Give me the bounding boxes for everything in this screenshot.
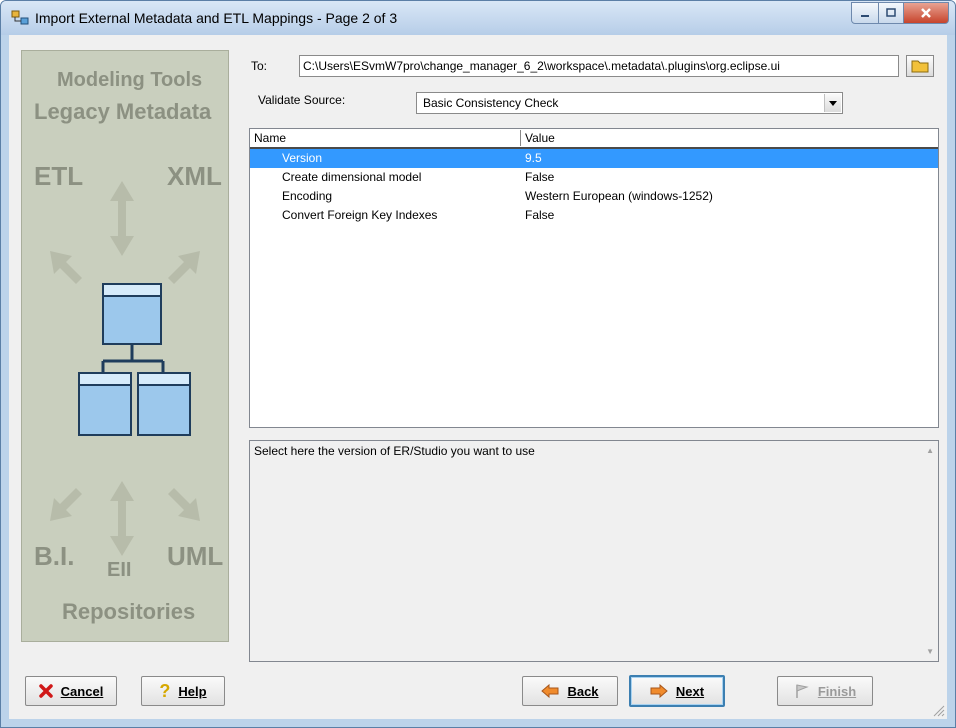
title-bar[interactable]: Import External Metadata and ETL Mapping…	[1, 1, 955, 35]
dialog-client-area: Modeling Tools Legacy Metadata ETL XML B…	[9, 35, 947, 719]
row-value: Western European (windows-1252)	[525, 189, 713, 203]
close-button[interactable]	[904, 2, 949, 24]
validate-source-dropdown[interactable]: Basic Consistency Check	[416, 92, 843, 114]
scroll-up-arrow-icon[interactable]: ▲	[926, 446, 934, 455]
column-header-value[interactable]: Value	[521, 130, 925, 146]
next-button[interactable]: Next	[629, 675, 725, 707]
close-icon	[921, 8, 931, 18]
help-button[interactable]: ? Help	[141, 676, 225, 706]
validate-source-value: Basic Consistency Check	[423, 96, 559, 110]
cancel-button[interactable]: Cancel	[25, 676, 117, 706]
column-header-name[interactable]: Name	[250, 130, 521, 146]
properties-table[interactable]: Name Value Version 9.5 Create dimensiona…	[249, 128, 939, 428]
destination-path-field[interactable]: C:\Users\ESvmW7pro\change_manager_6_2\wo…	[299, 55, 899, 77]
row-name: Create dimensional model	[282, 170, 422, 184]
finish-button[interactable]: Finish	[777, 676, 873, 706]
dropdown-arrow-icon[interactable]	[824, 94, 841, 112]
scroll-down-arrow-icon[interactable]: ▼	[926, 647, 934, 656]
validate-source-label: Validate Source:	[258, 93, 346, 107]
maximize-button[interactable]	[879, 2, 904, 24]
row-name: Version	[282, 151, 323, 165]
minimize-icon	[861, 15, 869, 17]
back-arrow-icon	[541, 684, 559, 698]
back-label: Back	[567, 683, 599, 699]
row-value: 9.5	[525, 151, 542, 165]
table-row[interactable]: Version 9.5	[250, 149, 938, 168]
help-question-icon: ?	[159, 680, 171, 701]
description-text: Select here the version of ER/Studio you…	[254, 444, 535, 458]
next-arrow-icon	[650, 684, 668, 698]
table-row[interactable]: Convert Foreign Key Indexes False	[250, 206, 938, 225]
import-wizard-window: Import External Metadata and ETL Mapping…	[0, 0, 956, 728]
row-value: False	[525, 208, 555, 222]
table-row[interactable]: Create dimensional model False	[250, 168, 938, 187]
description-box: Select here the version of ER/Studio you…	[249, 440, 939, 662]
resize-grip-icon[interactable]	[933, 705, 945, 717]
wizard-side-image: Modeling Tools Legacy Metadata ETL XML B…	[21, 50, 229, 642]
window-title: Import External Metadata and ETL Mapping…	[35, 10, 398, 26]
row-value: False	[525, 170, 555, 184]
table-header: Name Value	[250, 129, 938, 149]
back-button[interactable]: Back	[522, 676, 618, 706]
hierarchy-icon	[78, 283, 191, 436]
to-label: To:	[251, 59, 268, 73]
cancel-x-icon	[38, 684, 53, 698]
browse-folder-button[interactable]	[906, 55, 934, 77]
minimize-button[interactable]	[851, 2, 879, 24]
finish-flag-icon	[796, 684, 809, 698]
table-row[interactable]: Encoding Western European (windows-1252)	[250, 187, 938, 206]
row-name: Encoding	[282, 189, 333, 203]
folder-icon	[911, 60, 929, 73]
row-name: Convert Foreign Key Indexes	[282, 208, 438, 222]
help-label: Help	[178, 683, 207, 699]
cancel-label: Cancel	[60, 683, 104, 699]
finish-label: Finish	[817, 683, 857, 699]
next-label: Next	[675, 683, 705, 699]
app-icon	[11, 9, 29, 27]
maximize-icon	[886, 8, 896, 17]
